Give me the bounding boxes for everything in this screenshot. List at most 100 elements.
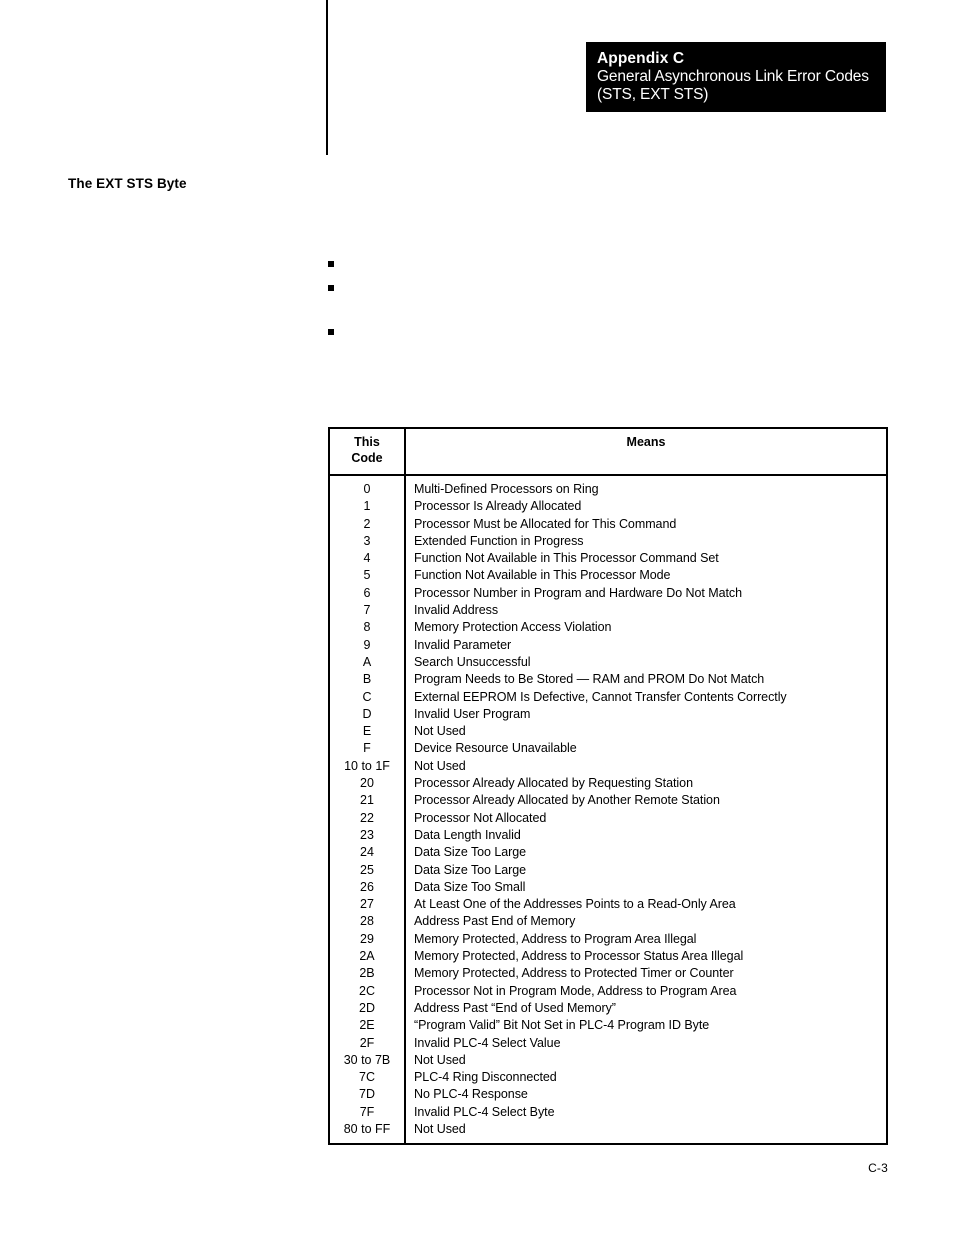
cell-means: “Program Valid” Bit Not Set in PLC-4 Pro…: [414, 1018, 710, 1033]
cell-code: 27: [329, 896, 406, 914]
cell-code: E: [329, 723, 406, 741]
cell-code: 7C: [329, 1069, 406, 1087]
table-row: 21 Processor Already Allocated by Another…: [329, 792, 887, 810]
table-header-row: This Code Means: [329, 428, 887, 476]
table-row: 8 Memory Protection Access Violation: [329, 619, 887, 637]
cell-means: Not Used: [414, 1121, 466, 1136]
table-row: 1 Processor Is Already Allocated: [329, 498, 887, 516]
cell-means: Processor Not Allocated: [414, 810, 547, 825]
cell-code: 2D: [329, 999, 406, 1018]
cell-code: 30 to 7B: [329, 1051, 406, 1070]
table-row: 24 Data Size Too Large: [329, 844, 887, 862]
table-row: 7D No PLC-4 Response: [329, 1086, 887, 1104]
cell-code: 2A: [329, 948, 406, 966]
appendix-subtitle: (STS, EXT STS): [597, 86, 709, 103]
table-row: 27 At Least One of the Addresses Points t…: [329, 896, 887, 914]
cell-means: Memory Protected, Address to Protected T…: [414, 966, 734, 981]
appendix-banner: Appendix C General Asynchronous Link Err…: [586, 42, 886, 112]
cell-means: Memory Protection Access Violation: [414, 620, 612, 635]
table-row: 2F Invalid PLC-4 Select Value: [329, 1034, 887, 1052]
table-row: 30 to 7B Not Used: [329, 1051, 887, 1070]
cell-means: Not Used: [414, 1052, 466, 1067]
cell-means: Processor Already Allocated by Another R…: [414, 793, 720, 808]
table-row: 2D Address Past “End of Used Memory”: [329, 999, 887, 1018]
cell-means: Processor Not in Program Mode, Address t…: [414, 983, 737, 998]
square-bullet-icon: [328, 329, 334, 335]
cell-means: Data Size Too Large: [414, 862, 527, 877]
cell-means: Address Past “End of Used Memory”: [414, 1000, 616, 1015]
table-row: A Search Unsuccessful: [329, 653, 887, 672]
error-code-table: This Code Means 0 Multi-Defined Processor…: [328, 427, 888, 1146]
table-row: 2C Processor Not in Program Mode, Address…: [329, 982, 887, 1000]
cell-code: F: [329, 740, 406, 758]
table-row: B Program Needs to Be Stored — RAM and PR…: [329, 671, 887, 689]
cell-code: 24: [329, 844, 406, 862]
cell-code: 2E: [329, 1017, 406, 1035]
cell-code: 7D: [329, 1086, 406, 1104]
cell-means: Invalid User Program: [414, 706, 531, 721]
table-row: 4 Function Not Available in This Processo…: [329, 550, 887, 568]
cell-means: Device Resource Unavailable: [414, 741, 577, 756]
table-row: 80 to FF Not Used: [329, 1120, 887, 1145]
cell-code: 2C: [329, 982, 406, 1000]
section-heading: The EXT STS Byte: [68, 176, 187, 191]
cell-code: A: [329, 653, 406, 672]
cell-means: Data Length Invalid: [414, 827, 521, 842]
table-body: 0 Multi-Defined Processors on Ring 1 Proces…: [329, 475, 887, 1145]
cell-code: 7F: [329, 1103, 406, 1121]
cell-means: Processor Number in Program and Hardware…: [414, 585, 743, 600]
cell-means: Invalid PLC-4 Select Byte: [414, 1104, 555, 1119]
cell-code: D: [329, 705, 406, 724]
cell-means: Function Not Available in This Processor…: [414, 568, 671, 583]
document-page: Appendix C General Asynchronous Link Err…: [0, 0, 954, 1235]
cell-code: B: [329, 671, 406, 689]
cell-means: Data Size Too Large: [414, 845, 527, 860]
table-header: This Code Means: [329, 428, 887, 476]
cell-code: 2F: [329, 1034, 406, 1052]
cell-means: Extended Function in Progress: [414, 533, 584, 548]
square-bullet-icon: [328, 285, 334, 291]
cell-code: 3: [329, 532, 406, 551]
header-vertical-rule: [326, 0, 328, 155]
cell-code: 7: [329, 602, 406, 620]
cell-means: Memory Protected, Address to Processor S…: [414, 949, 744, 964]
cell-means: Program Needs to Be Stored — RAM and PRO…: [414, 672, 765, 687]
cell-code: 28: [329, 913, 406, 931]
table-row: 0 Multi-Defined Processors on Ring: [329, 475, 887, 499]
page-number: C-3: [868, 1161, 888, 1175]
table-row: 29 Memory Protected, Address to Program A…: [329, 930, 887, 949]
table-row: E Not Used: [329, 723, 887, 741]
column-header-means: Means: [405, 428, 887, 476]
table-row: D Invalid User Program: [329, 705, 887, 724]
appendix-label: Appendix C: [597, 50, 685, 67]
cell-code: 20: [329, 775, 406, 793]
cell-code: 4: [329, 550, 406, 568]
cell-code: 26: [329, 878, 406, 897]
cell-means: Invalid PLC-4 Select Value: [414, 1035, 561, 1050]
cell-means: External EEPROM Is Defective, Cannot Tra…: [414, 689, 787, 704]
cell-means: Search Unsuccessful: [414, 654, 531, 669]
column-header-code-line1: This: [354, 435, 380, 449]
cell-means: Data Size Too Small: [414, 879, 526, 894]
table-row: C External EEPROM Is Defective, Cannot Tr…: [329, 688, 887, 706]
table-row: 9 Invalid Parameter: [329, 636, 887, 654]
cell-means: Invalid Address: [414, 603, 499, 618]
cell-code: 29: [329, 930, 406, 949]
cell-means: Function Not Available in This Processor…: [414, 551, 719, 566]
cell-means: PLC-4 Ring Disconnected: [414, 1070, 557, 1085]
cell-code: 10 to 1F: [329, 757, 406, 776]
table-row: 5 Function Not Available in This Processo…: [329, 567, 887, 585]
table-row: 20 Processor Already Allocated by Request…: [329, 775, 887, 793]
cell-means: Processor Already Allocated by Requestin…: [414, 776, 693, 791]
table-row: 2B Memory Protected, Address to Protected…: [329, 965, 887, 983]
cell-means: No PLC-4 Response: [414, 1087, 528, 1102]
cell-means: Processor Is Already Allocated: [414, 499, 582, 514]
column-header-code: This Code: [329, 428, 406, 476]
table-row: 23 Data Length Invalid: [329, 826, 887, 845]
square-bullet-icon: [328, 261, 334, 267]
cell-code: 25: [329, 861, 406, 879]
cell-means: Multi-Defined Processors on Ring: [414, 482, 599, 496]
appendix-title: General Asynchronous Link Error Codes: [597, 68, 869, 85]
table-row: 6 Processor Number in Program and Hardwar…: [329, 584, 887, 603]
cell-code: 1: [329, 498, 406, 516]
